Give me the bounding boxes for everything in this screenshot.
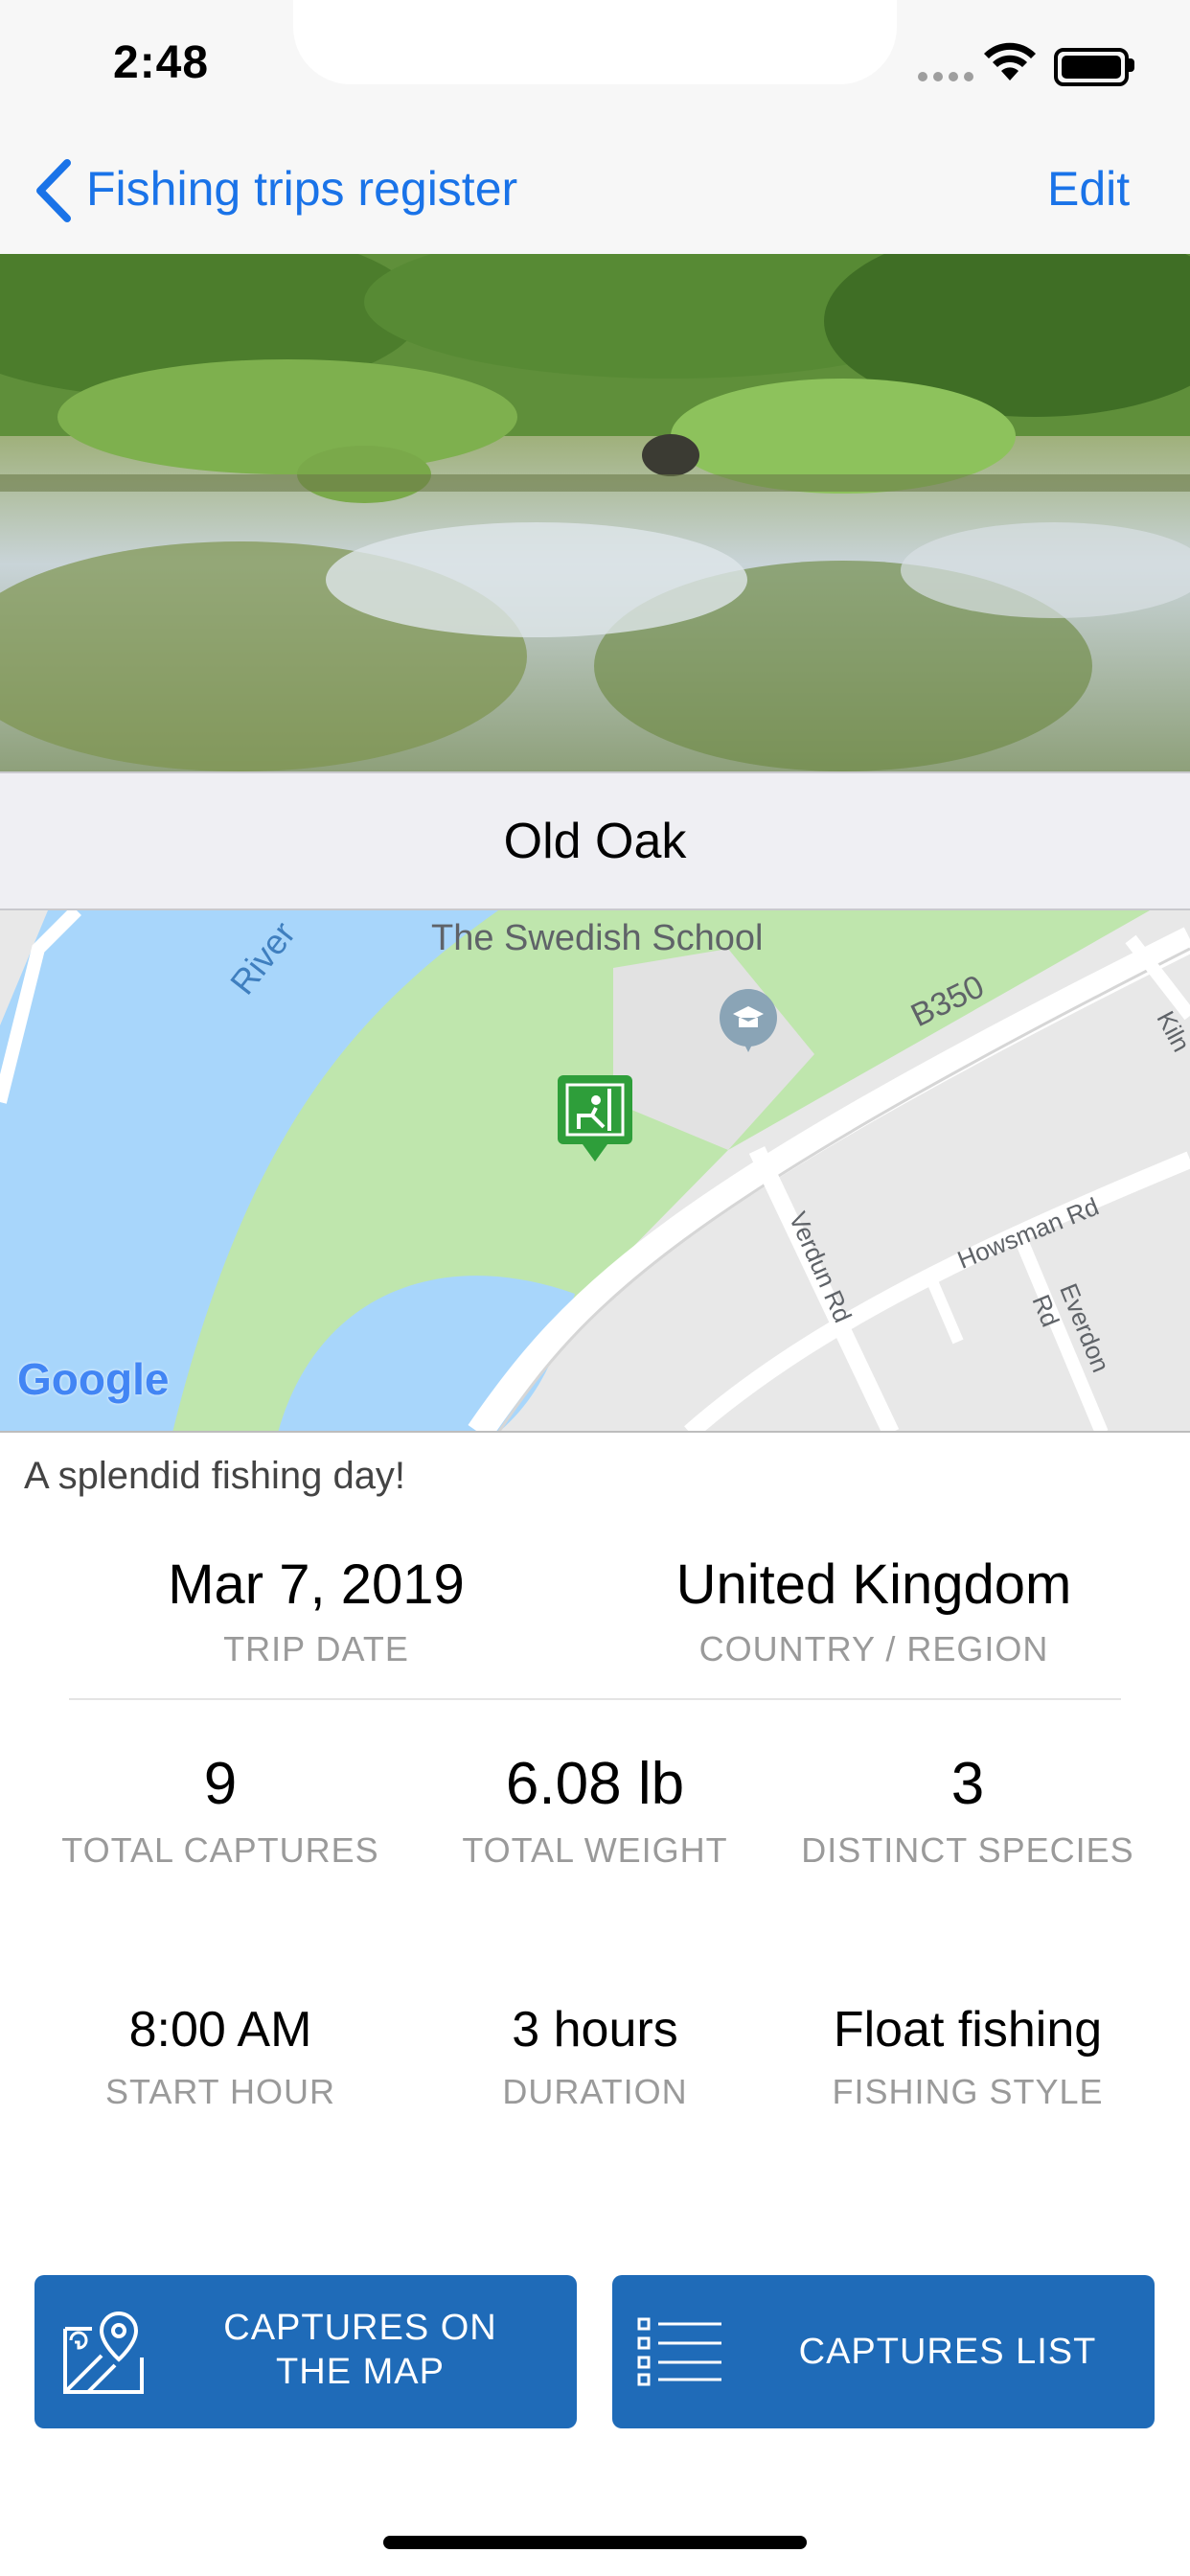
fishing-style-value: Float fishing (833, 2002, 1103, 2058)
duration-value: 3 hours (512, 2002, 678, 2058)
distinct-species-label: DISTINCT SPECIES (801, 1830, 1134, 1870)
back-button[interactable]: Fishing trips register (86, 161, 517, 217)
distinct-species-value: 3 (950, 1751, 985, 1817)
status-time: 2:48 (113, 37, 210, 88)
cellular-signal-icon (918, 69, 979, 86)
google-logo: Google (17, 1354, 170, 1404)
total-weight-label: TOTAL WEIGHT (462, 1830, 728, 1870)
captures-on-map-label-line1: CAPTURES ON (223, 2308, 497, 2348)
map-label-school: The Swedish School (431, 918, 764, 958)
captures-on-map-button[interactable]: CAPTURES ON THE MAP (34, 2275, 577, 2428)
battery-tip (1129, 58, 1134, 72)
fishing-style-label: FISHING STYLE (832, 2072, 1104, 2111)
country-label: COUNTRY / REGION (698, 1629, 1049, 1668)
map-pin-icon (59, 2310, 148, 2403)
trip-note: A splendid fishing day! (24, 1455, 406, 1497)
map-view[interactable]: The Swedish School River B350 Howsman Rd… (0, 910, 1190, 1433)
home-indicator[interactable] (383, 2536, 807, 2549)
trip-date-value: Mar 7, 2019 (168, 1553, 465, 1616)
back-chevron-icon[interactable] (33, 159, 75, 227)
spot-photo (0, 254, 1190, 771)
total-captures-label: TOTAL CAPTURES (61, 1830, 379, 1870)
captures-list-label: CAPTURES LIST (798, 2332, 1097, 2372)
spot-title: Old Oak (503, 814, 687, 869)
notch (293, 0, 897, 84)
trip-date-label: TRIP DATE (223, 1629, 409, 1668)
captures-on-map-label-line2: THE MAP (276, 2352, 445, 2392)
start-hour-value: 8:00 AM (128, 2002, 312, 2058)
start-hour-label: START HOUR (104, 2072, 336, 2111)
battery-icon (1054, 48, 1129, 86)
list-icon (637, 2317, 723, 2391)
captures-list-button[interactable]: CAPTURES LIST (612, 2275, 1155, 2428)
total-captures-value: 9 (203, 1751, 238, 1817)
duration-label: DURATION (502, 2072, 688, 2111)
divider (69, 1698, 1121, 1700)
wifi-icon (982, 42, 1038, 87)
country-value: United Kingdom (675, 1553, 1072, 1616)
total-weight-value: 6.08 lb (505, 1751, 685, 1817)
edit-button[interactable]: Edit (1047, 161, 1130, 217)
